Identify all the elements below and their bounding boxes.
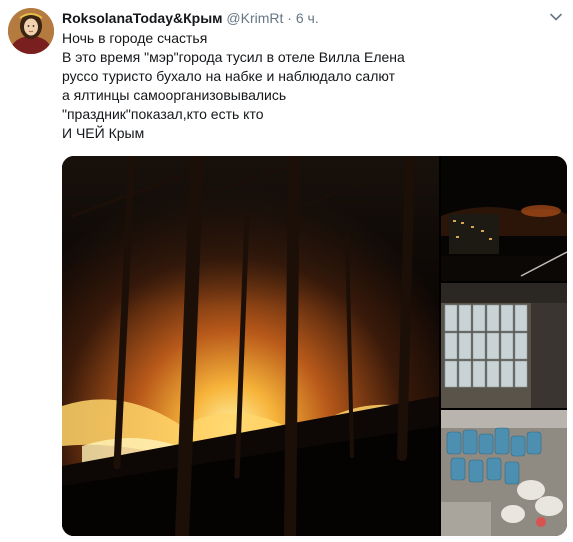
author-name[interactable]: RoksolanaToday&Крым: [62, 10, 223, 26]
photo-night-city-fire[interactable]: [441, 156, 567, 281]
photo-forest-fire[interactable]: [62, 156, 439, 536]
photo-water-bottles-floor[interactable]: [441, 410, 567, 536]
chevron-down-icon[interactable]: [549, 10, 563, 24]
tweet-header: RoksolanaToday&Крым @KrimRt · 6 ч.: [62, 9, 319, 27]
tweet-text-line: Ночь в городе счастья: [62, 30, 208, 46]
tweet-time[interactable]: 6 ч.: [296, 10, 319, 26]
tweet-text: Ночь в городе счастья В это время "мэр"г…: [62, 29, 502, 143]
author-handle[interactable]: @KrimRt: [226, 10, 283, 26]
avatar[interactable]: [8, 8, 54, 54]
tweet-text-line: В это время "мэр"города тусил в отеле Ви…: [62, 49, 405, 65]
tweet-text-line: а ялтинцы самоорганизовывались: [62, 87, 287, 103]
media-grid: [62, 156, 567, 536]
separator-dot: ·: [287, 10, 292, 26]
tweet-text-line: "праздник"показал,кто есть кто: [62, 106, 264, 122]
tweet-card[interactable]: RoksolanaToday&Крым @KrimRt · 6 ч. Ночь …: [0, 0, 573, 542]
tweet-text-line: руссо туристо бухало на набке и наблюдал…: [62, 68, 395, 84]
photo-water-bottles-stack[interactable]: [441, 283, 567, 408]
tweet-text-line: И ЧЕЙ Крым: [62, 125, 145, 141]
